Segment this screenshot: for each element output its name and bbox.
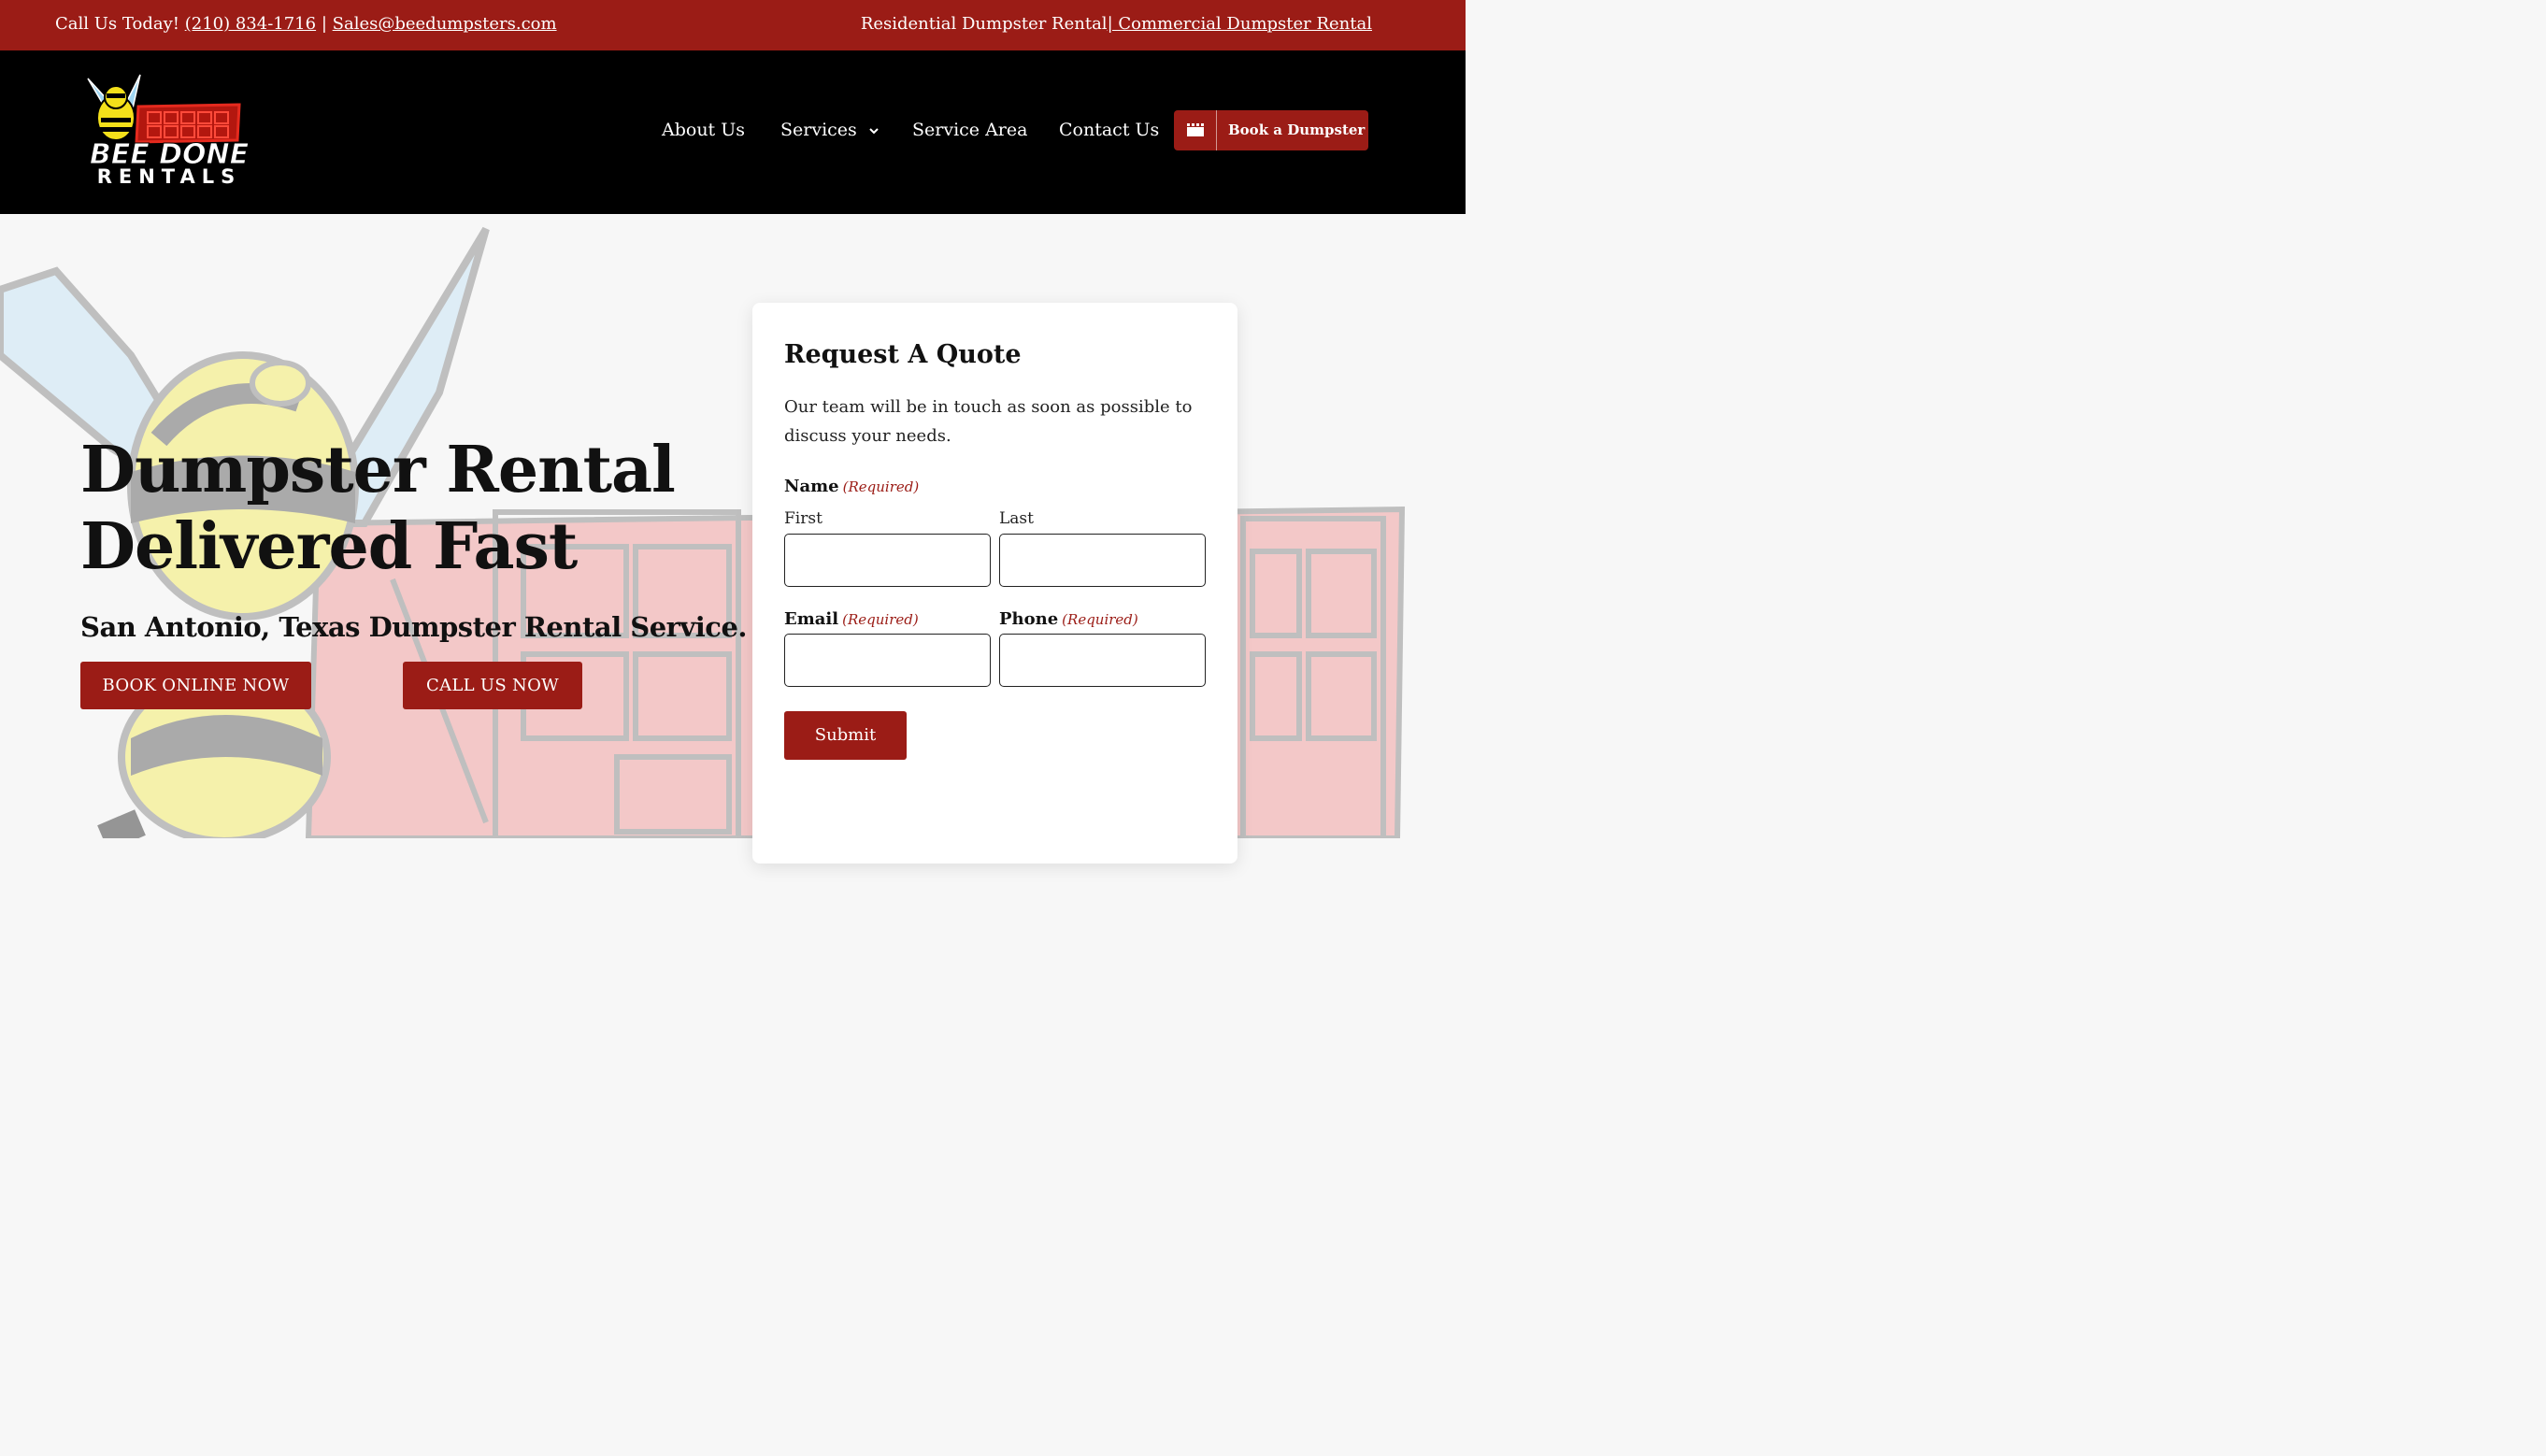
call-prefix: Call Us Today!: [55, 14, 179, 34]
name-label-text: Name: [784, 477, 839, 496]
phone-input[interactable]: [999, 634, 1206, 687]
email-required: (Required): [842, 611, 919, 628]
nav-services[interactable]: Services: [780, 120, 880, 140]
chevron-down-icon: [869, 128, 879, 135]
email-label: Email (Required): [784, 609, 919, 629]
phone-required: (Required): [1062, 611, 1138, 628]
email-input[interactable]: [784, 634, 991, 687]
hero-title-line1: Dumpster Rental: [80, 433, 676, 507]
first-name-input[interactable]: [784, 534, 991, 587]
submit-button[interactable]: Submit: [784, 711, 907, 760]
quote-form-title: Request A Quote: [784, 340, 1022, 369]
phone-link[interactable]: (210) 834-1716: [185, 14, 316, 34]
hero-subtitle: San Antonio, Texas Dumpster Rental Servi…: [80, 611, 748, 643]
last-name-label: Last: [999, 509, 1034, 528]
logo-graphic: BEE DONE RENTALS: [87, 74, 250, 188]
quote-form-description: Our team will be in touch as soon as pos…: [784, 397, 1193, 446]
commercial-link[interactable]: | Commercial Dumpster Rental: [1108, 14, 1372, 34]
top-bar: Call Us Today! (210) 834-1716 | Sales@be…: [0, 0, 1466, 50]
name-label: Name (Required): [784, 477, 919, 496]
phone-label: Phone (Required): [999, 609, 1138, 629]
first-name-label: First: [784, 509, 822, 528]
svg-text:RENTALS: RENTALS: [97, 165, 242, 188]
email-label-text: Email: [784, 609, 839, 629]
hero-title: Dumpster Rental Delivered Fast: [80, 432, 735, 585]
top-links: Residential Dumpster Rental| Commercial …: [861, 14, 1372, 34]
nav-about-us[interactable]: About Us: [662, 120, 745, 140]
dumpster-icon: [1174, 110, 1217, 150]
hero-title-line2: Delivered Fast: [80, 509, 578, 584]
book-online-button[interactable]: BOOK ONLINE NOW: [80, 662, 311, 709]
quote-form-card: Request A Quote Our team will be in touc…: [752, 303, 1237, 864]
contact-info: Call Us Today! (210) 834-1716 | Sales@be…: [55, 14, 557, 34]
nav-contact-us[interactable]: Contact Us: [1059, 120, 1159, 140]
name-required: (Required): [842, 478, 920, 495]
email-link[interactable]: Sales@beedumpsters.com: [333, 14, 557, 34]
phone-label-text: Phone: [999, 609, 1059, 629]
last-name-input[interactable]: [999, 534, 1206, 587]
book-dumpster-button[interactable]: Book a Dumpster: [1174, 110, 1368, 150]
book-dumpster-label: Book a Dumpster: [1228, 121, 1366, 138]
call-us-button[interactable]: CALL US NOW: [403, 662, 582, 709]
nav-service-area[interactable]: Service Area: [912, 120, 1027, 140]
separator: |: [321, 14, 327, 34]
logo[interactable]: BEE DONE RENTALS: [80, 73, 258, 189]
site-header: BEE DONE RENTALS About Us Services Servi…: [0, 50, 1466, 214]
nav-services-label: Services: [780, 120, 857, 140]
residential-link[interactable]: Residential Dumpster Rental: [861, 14, 1108, 34]
